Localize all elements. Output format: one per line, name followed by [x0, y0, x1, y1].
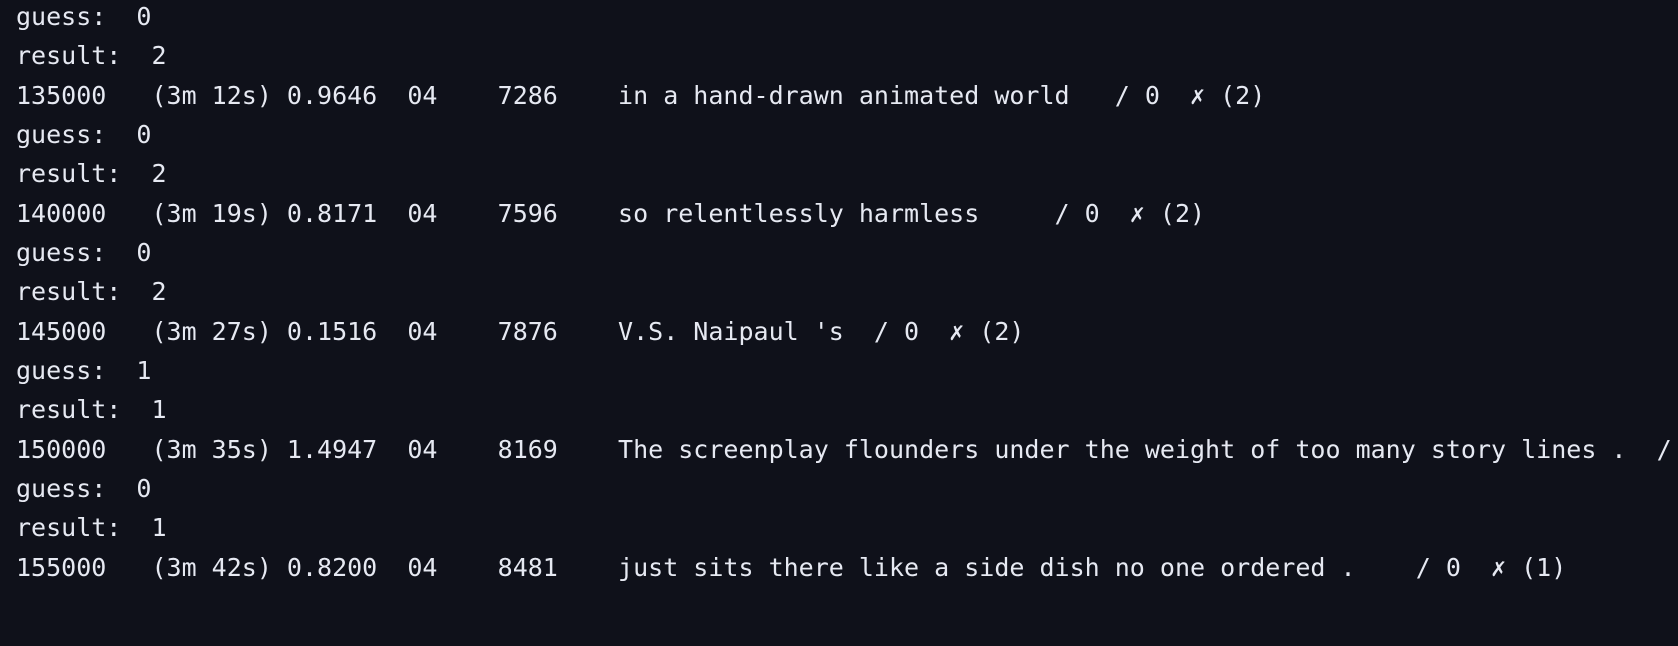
log-line: result: 2 [16, 41, 167, 70]
log-line: result: 2 [16, 159, 167, 188]
log-line: result: 2 [16, 277, 167, 306]
log-line: 145000 (3m 27s) 0.1516 04 7876 V.S. Naip… [16, 317, 1025, 346]
log-line: 140000 (3m 19s) 0.8171 04 7596 so relent… [16, 199, 1206, 228]
log-line: 150000 (3m 35s) 1.4947 04 8169 The scree… [16, 435, 1678, 464]
log-line: 135000 (3m 12s) 0.9646 04 7286 in a hand… [16, 81, 1266, 110]
log-line: guess: 0 [16, 120, 152, 149]
log-line: guess: 1 [16, 356, 152, 385]
terminal-output: guess: 0 result: 2 135000 (3m 12s) 0.964… [16, 0, 1672, 646]
log-line: guess: 0 [16, 238, 152, 267]
log-line: guess: 0 [16, 2, 152, 31]
log-line: result: 1 [16, 513, 167, 542]
log-line: guess: 0 [16, 474, 152, 503]
log-line: 155000 (3m 42s) 0.8200 04 8481 just sits… [16, 553, 1567, 582]
log-line: result: 1 [16, 395, 167, 424]
